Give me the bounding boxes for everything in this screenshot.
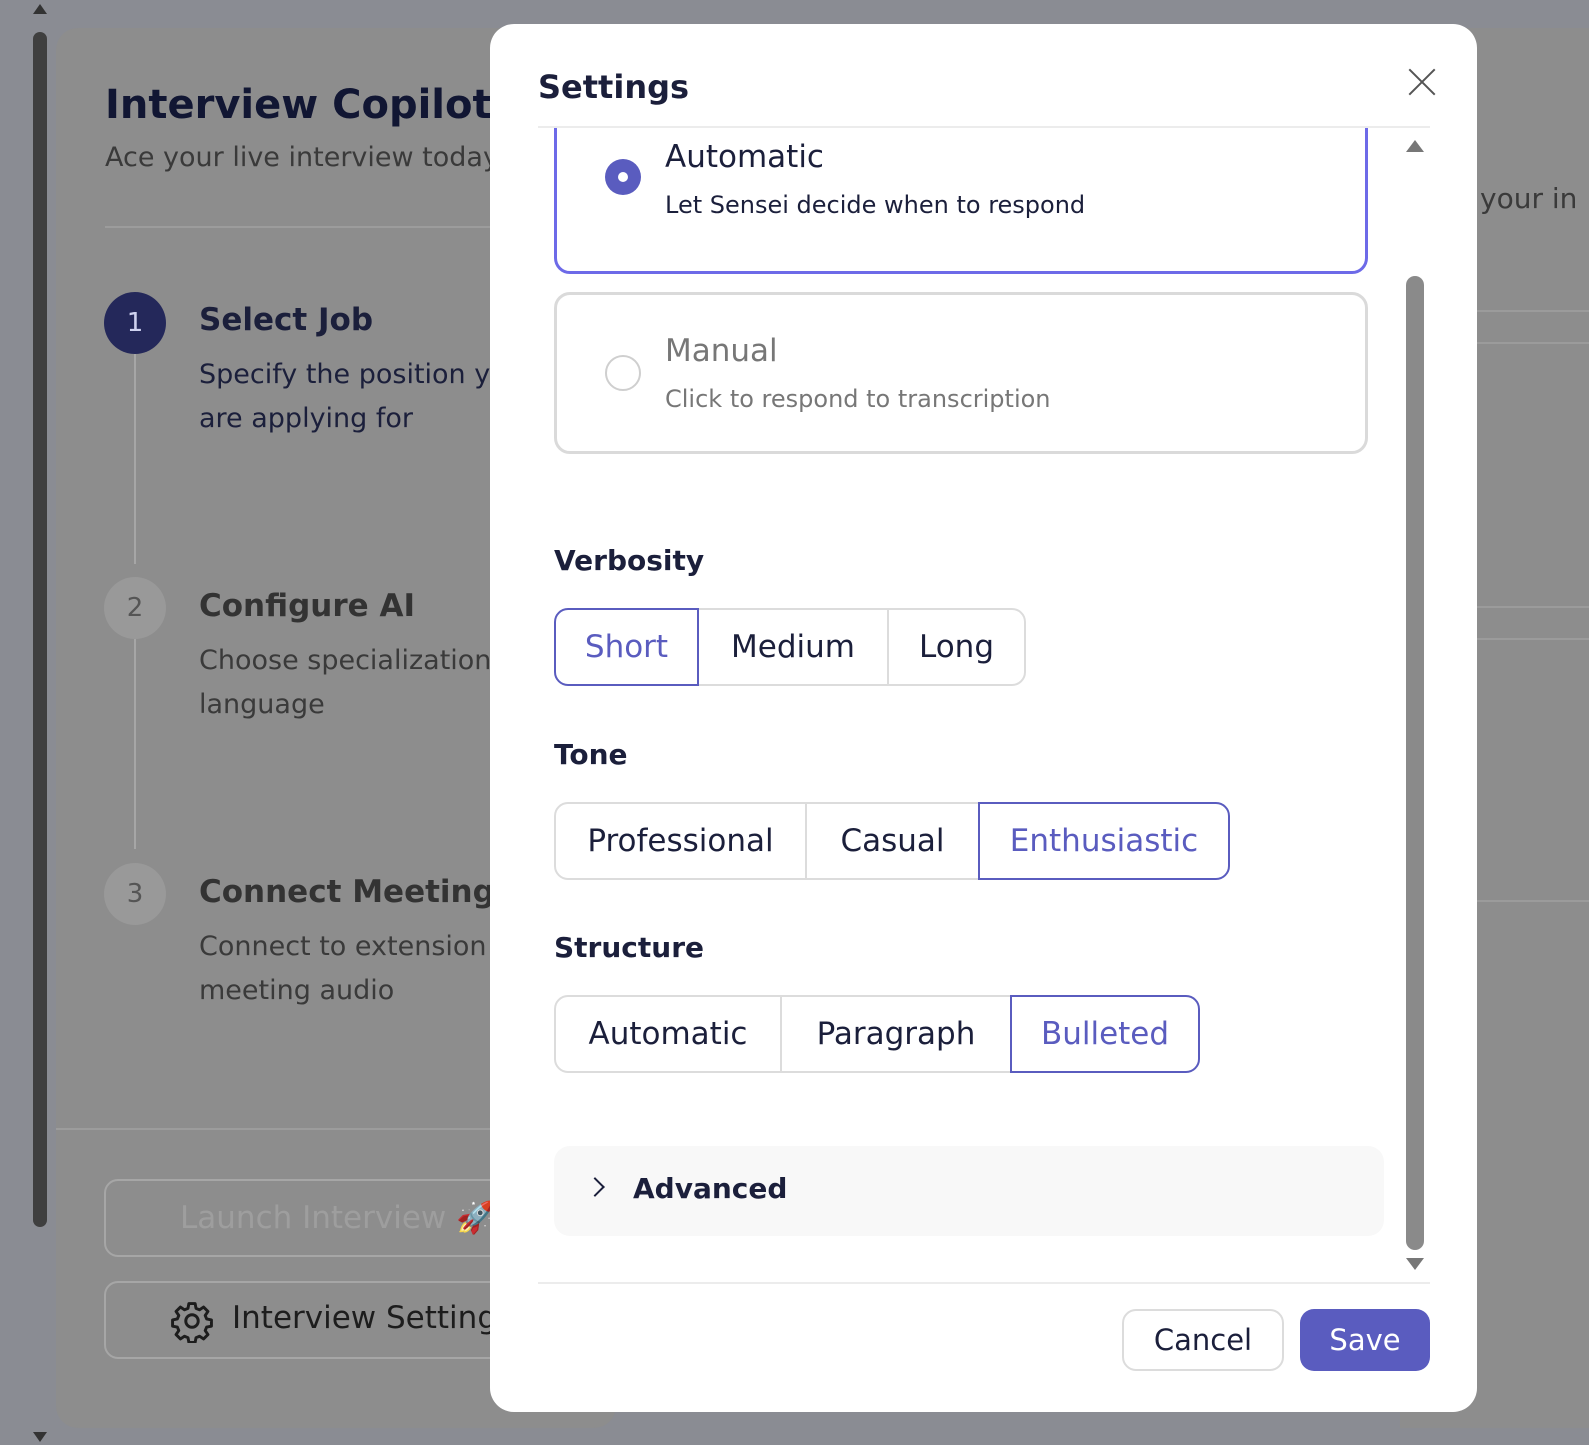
verbosity-short-button[interactable]: Short	[554, 608, 699, 686]
step-1-title[interactable]: Select Job	[199, 302, 373, 338]
gear-icon	[171, 1302, 213, 1343]
tone-casual-button[interactable]: Casual	[805, 802, 980, 880]
tone-selector: Professional Casual Enthusiastic	[554, 802, 1230, 880]
structure-label: Structure	[554, 931, 705, 964]
close-icon[interactable]	[1402, 62, 1442, 102]
modal-footer-divider	[538, 1282, 1430, 1284]
interview-settings-label: Interview Settings	[232, 1300, 514, 1336]
page-scrollbar[interactable]	[30, 0, 50, 1445]
verbosity-long-button[interactable]: Long	[887, 608, 1026, 686]
cancel-button[interactable]: Cancel	[1122, 1309, 1284, 1371]
step-3-desc-line: Connect to extension for	[199, 931, 533, 962]
structure-selector: Automatic Paragraph Bulleted	[554, 995, 1200, 1073]
step-1-number: 1	[104, 292, 166, 354]
step-3-description: Connect to extension for meeting audio	[199, 925, 533, 1013]
scroll-up-arrow-icon[interactable]	[33, 4, 47, 14]
step-connector	[134, 639, 136, 849]
right-panel-text: your in	[1480, 182, 1578, 215]
save-button[interactable]: Save	[1300, 1309, 1430, 1371]
step-2-description: Choose specialization and language	[199, 639, 551, 727]
step-2-desc-line: language	[199, 689, 325, 720]
structure-automatic-button[interactable]: Automatic	[554, 995, 782, 1073]
app-title: Interview Copilot	[105, 82, 492, 128]
page-scrollbar-thumb[interactable]	[33, 32, 47, 1227]
option-title: Manual	[665, 333, 778, 369]
tone-enthusiastic-button[interactable]: Enthusiastic	[978, 802, 1230, 880]
option-description: Click to respond to transcription	[665, 385, 1051, 413]
option-description: Let Sensei decide when to respond	[665, 191, 1086, 219]
structure-bulleted-button[interactable]: Bulleted	[1010, 995, 1200, 1073]
step-2-title[interactable]: Configure AI	[199, 588, 415, 624]
step-1-description: Specify the position you are applying fo…	[199, 353, 524, 441]
app-subtitle: Ace your live interview today	[105, 142, 499, 173]
verbosity-medium-button[interactable]: Medium	[697, 608, 889, 686]
settings-scroll-area[interactable]: Automatic Let Sensei decide when to resp…	[538, 128, 1430, 1282]
radio-unselected-icon[interactable]	[605, 355, 641, 391]
step-3-number: 3	[104, 863, 166, 925]
advanced-label: Advanced	[633, 1172, 788, 1205]
settings-scrollbar[interactable]	[1398, 128, 1428, 1282]
response-mode-automatic[interactable]: Automatic Let Sensei decide when to resp…	[554, 128, 1368, 274]
modal-title: Settings	[538, 68, 690, 106]
settings-scrollbar-thumb[interactable]	[1406, 276, 1424, 1250]
option-title: Automatic	[665, 139, 824, 175]
scroll-down-arrow-icon[interactable]	[1406, 1258, 1424, 1270]
chevron-right-icon	[585, 1177, 605, 1197]
step-3-desc-line: meeting audio	[199, 975, 395, 1006]
step-2-desc-line: Choose specialization and	[199, 645, 551, 676]
tone-professional-button[interactable]: Professional	[554, 802, 807, 880]
scroll-up-arrow-icon[interactable]	[1406, 140, 1424, 152]
verbosity-label: Verbosity	[554, 544, 705, 577]
structure-paragraph-button[interactable]: Paragraph	[780, 995, 1012, 1073]
settings-modal: Settings Automatic Let Sensei decide whe…	[490, 24, 1477, 1412]
step-connector	[134, 354, 136, 564]
step-2-number: 2	[104, 577, 166, 639]
response-mode-manual[interactable]: Manual Click to respond to transcription	[554, 292, 1368, 454]
radio-selected-icon[interactable]	[605, 159, 641, 195]
tone-label: Tone	[554, 738, 628, 771]
step-1-desc-line: are applying for	[199, 403, 414, 434]
launch-interview-label: Launch Interview 🚀	[180, 1200, 495, 1236]
scroll-down-arrow-icon[interactable]	[33, 1432, 47, 1442]
header-divider	[105, 226, 505, 228]
step-3-title[interactable]: Connect Meeting	[199, 874, 495, 910]
step-1-desc-line: Specify the position you	[199, 359, 524, 390]
verbosity-selector: Short Medium Long	[554, 608, 1026, 686]
advanced-section-toggle[interactable]: Advanced	[554, 1146, 1384, 1236]
